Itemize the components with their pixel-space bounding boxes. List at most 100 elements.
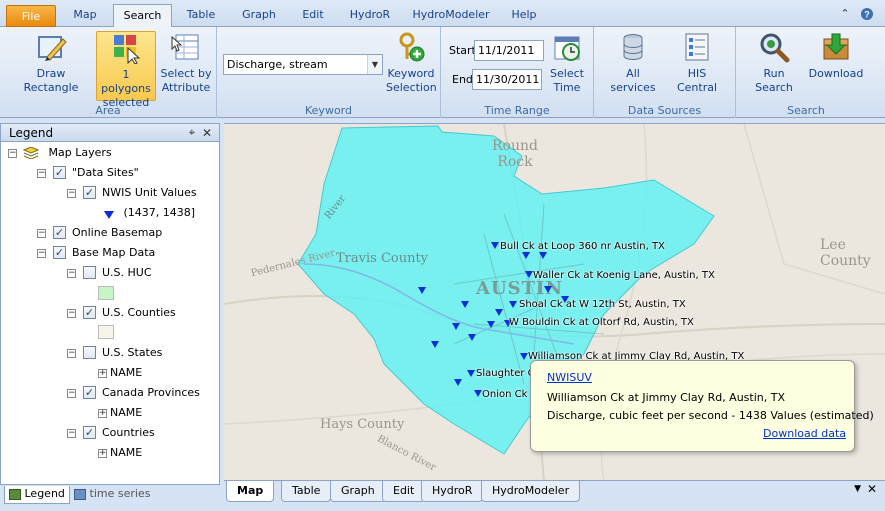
- clock-calendar-icon: [551, 31, 583, 63]
- his-central-button[interactable]: HIS Central: [666, 31, 728, 94]
- close-icon[interactable]: ✕: [202, 124, 212, 142]
- draw-rectangle-button[interactable]: Draw Rectangle: [8, 31, 94, 101]
- base-map-data-checkbox[interactable]: ✓: [53, 246, 66, 259]
- tab-map-view[interactable]: Map: [226, 481, 275, 502]
- us-huc-expander[interactable]: −: [67, 269, 76, 278]
- legend-header: Legend ⌖ ✕: [1, 124, 219, 142]
- us-states-checkbox[interactable]: [83, 346, 96, 359]
- us-counties-checkbox[interactable]: ✓: [83, 306, 96, 319]
- us-counties-expander[interactable]: −: [67, 309, 76, 318]
- download-data-link[interactable]: Download data: [763, 427, 846, 440]
- triangle-marker-icon: [104, 208, 114, 219]
- site-marker: [452, 323, 460, 330]
- legend-tab-icon: [9, 488, 21, 500]
- select-by-attribute-label-1: Select by: [160, 67, 212, 80]
- nwisuv-link[interactable]: NWISUV: [547, 371, 592, 384]
- tab-graph-view[interactable]: Graph: [330, 481, 386, 502]
- tab-graph[interactable]: Graph: [232, 4, 286, 27]
- start-date-field[interactable]: 11/1/2011: [474, 40, 544, 61]
- tab-edit[interactable]: Edit: [292, 4, 334, 27]
- tab-search[interactable]: Search: [113, 4, 172, 28]
- site-label[interactable]: Shoal Ck at W 12th St, Austin, TX: [519, 299, 686, 310]
- tab-map[interactable]: Map: [62, 4, 108, 27]
- canada-name-label: NAME: [110, 406, 143, 419]
- site-label[interactable]: Bull Ck at Loop 360 nr Austin, TX: [500, 241, 665, 252]
- search-group-label: Search: [787, 104, 825, 117]
- keyword-selection-label-2: Selection: [386, 81, 437, 94]
- all-services-button[interactable]: All services: [602, 31, 664, 94]
- select-time-label-2: Time: [553, 81, 581, 94]
- map-layers-label: Map Layers: [48, 146, 112, 159]
- tab-list-dropdown-icon[interactable]: ▼: [854, 484, 861, 494]
- select-by-attribute-button[interactable]: Select by Attribute: [158, 31, 214, 101]
- all-services-label: All services: [610, 67, 656, 94]
- site-marker: [544, 286, 552, 293]
- map-view[interactable]: Round Rock Travis County AUSTIN Lee Coun…: [224, 123, 885, 480]
- site-marker: [539, 252, 547, 259]
- online-basemap-checkbox[interactable]: ✓: [53, 226, 66, 239]
- tab-legend[interactable]: Legend: [4, 486, 70, 504]
- tab-file[interactable]: File: [6, 5, 56, 27]
- help-icon[interactable]: ?: [860, 7, 874, 21]
- close-document-icon[interactable]: ✕: [867, 482, 877, 496]
- select-time-label-1: Select: [550, 67, 584, 80]
- map-layers-expander[interactable]: −: [8, 149, 17, 158]
- draw-rectangle-icon: [35, 31, 67, 63]
- legend-tab-label: Legend: [24, 487, 65, 500]
- chevron-down-icon[interactable]: ▼: [367, 55, 382, 74]
- map-layers-node[interactable]: Map Layers: [22, 144, 112, 162]
- data-sites-expander[interactable]: −: [37, 169, 46, 178]
- collapse-ribbon-icon[interactable]: ⌃: [838, 7, 852, 21]
- tab-hydror[interactable]: HydroR: [340, 4, 400, 27]
- layers-icon: [22, 146, 40, 160]
- nwis-checkbox[interactable]: ✓: [83, 186, 96, 199]
- polygons-selected-label-1: 1 polygons: [101, 68, 151, 95]
- online-basemap-expander[interactable]: −: [37, 229, 46, 238]
- base-map-data-expander[interactable]: −: [37, 249, 46, 258]
- site-label[interactable]: Waller Ck at Koenig Lane, Austin, TX: [533, 270, 715, 281]
- download-label: Download: [808, 67, 864, 80]
- tab-hydromodeler[interactable]: HydroModeler: [405, 4, 497, 27]
- countries-checkbox[interactable]: ✓: [83, 426, 96, 439]
- us-states-expander[interactable]: −: [67, 349, 76, 358]
- select-time-button[interactable]: Select Time: [548, 31, 586, 101]
- end-date-field[interactable]: 11/30/2011: [472, 69, 542, 90]
- site-label[interactable]: W Bouldin Ck at Oltorf Rd, Austin, TX: [509, 317, 694, 328]
- tab-edit-view[interactable]: Edit: [382, 481, 426, 502]
- us-states-name-expander[interactable]: +: [98, 369, 107, 378]
- us-huc-checkbox[interactable]: [83, 266, 96, 279]
- tab-help[interactable]: Help: [503, 4, 545, 27]
- download-icon: [820, 31, 852, 63]
- countries-expander[interactable]: −: [67, 429, 76, 438]
- polygons-selected-button[interactable]: 1 polygons selected: [96, 31, 156, 109]
- run-search-button[interactable]: Run Search: [743, 31, 805, 94]
- data-sites-checkbox[interactable]: ✓: [53, 166, 66, 179]
- us-counties-swatch: [98, 325, 114, 339]
- site-marker: [454, 379, 462, 386]
- start-label: Start: [449, 44, 476, 57]
- site-marker: [431, 341, 439, 348]
- canada-expander[interactable]: −: [67, 389, 76, 398]
- tab-table-view[interactable]: Table: [281, 481, 332, 502]
- tab-hydror-view[interactable]: HydroR: [421, 481, 484, 502]
- pin-icon[interactable]: ⌖: [189, 124, 195, 142]
- canada-checkbox[interactable]: ✓: [83, 386, 96, 399]
- tab-table[interactable]: Table: [176, 4, 226, 27]
- nwis-expander[interactable]: −: [67, 189, 76, 198]
- site-label[interactable]: Slaughter C: [476, 368, 535, 379]
- site-info-popup: NWISUV Williamson Ck at Jimmy Clay Rd, A…: [530, 360, 874, 452]
- site-marker: [461, 301, 469, 308]
- tab-hydromodeler-view[interactable]: HydroModeler: [481, 481, 581, 502]
- countries-name-expander[interactable]: +: [98, 449, 107, 458]
- attribute-table-icon: [170, 31, 202, 63]
- svg-text:?: ?: [864, 10, 870, 20]
- polygon-select-icon: [110, 32, 142, 65]
- select-by-attribute-label-2: Attribute: [161, 81, 211, 94]
- keyword-combo[interactable]: Discharge, stream ▼: [223, 54, 383, 75]
- canada-name-expander[interactable]: +: [98, 409, 107, 418]
- site-marker: [418, 287, 426, 294]
- site-label[interactable]: Onion Ck: [482, 389, 527, 400]
- download-button[interactable]: Download: [808, 31, 864, 87]
- keyword-selection-button[interactable]: Keyword Selection: [386, 31, 437, 101]
- tab-time-series[interactable]: time series: [70, 486, 154, 504]
